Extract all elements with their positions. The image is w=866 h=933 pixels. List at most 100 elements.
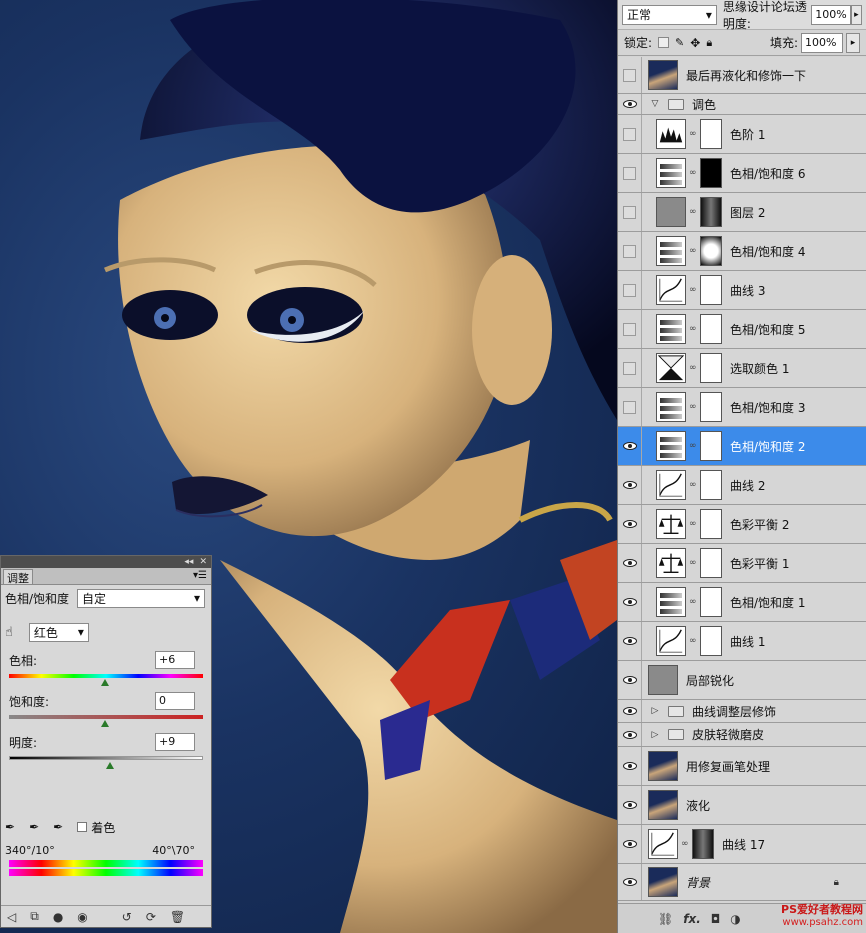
range-bar-top[interactable] (9, 860, 203, 867)
mask-link-icon[interactable]: ∞ (689, 324, 697, 334)
saturation-slider[interactable] (9, 715, 203, 727)
mask-link-icon[interactable]: ∞ (689, 402, 697, 412)
clip-layer-icon[interactable]: ● (53, 910, 63, 924)
layer-visibility-toggle[interactable] (618, 825, 642, 863)
mask-link-icon[interactable]: ∞ (689, 207, 697, 217)
layer-visibility-toggle[interactable] (618, 544, 642, 582)
fx-icon[interactable]: fx. (683, 912, 701, 926)
close-icon[interactable]: ✕ (199, 557, 207, 567)
add-mask-icon[interactable]: ◘ (711, 912, 721, 926)
layer-visibility-toggle[interactable] (618, 94, 642, 114)
layer-row[interactable]: 背景 🔒︎ (618, 864, 866, 901)
layer-visibility-toggle[interactable] (618, 622, 642, 660)
mask-link-icon[interactable]: ∞ (689, 285, 697, 295)
layer-row[interactable]: ∞ 曲线 17 (618, 825, 866, 864)
layer-row[interactable]: ▷ 曲线调整层修饰 (618, 700, 866, 723)
reset-icon[interactable]: ⟳ (146, 910, 156, 924)
layer-visibility-toggle[interactable] (618, 57, 642, 93)
layer-row[interactable]: ∞ 色彩平衡 1 (618, 544, 866, 583)
mask-link-icon[interactable]: ∞ (689, 363, 697, 373)
adjustment-layer-icon[interactable]: ◑ (730, 912, 740, 926)
mask-link-icon[interactable]: ∞ (689, 246, 697, 256)
lock-transparency-icon[interactable] (658, 37, 670, 48)
layer-row[interactable]: ▽ 调色 (618, 94, 866, 115)
layer-row[interactable]: ∞ 曲线 3 (618, 271, 866, 310)
mask-link-icon[interactable]: ∞ (681, 839, 689, 849)
trash-icon[interactable]: 🗑︎ (170, 910, 185, 924)
layer-visibility-toggle[interactable] (618, 154, 642, 192)
layer-row[interactable]: 用修复画笔处理 (618, 747, 866, 786)
group-expanded-icon[interactable]: ▽ (648, 99, 662, 109)
layer-row[interactable]: 最后再液化和修饰一下 (618, 57, 866, 94)
opacity-slider-arrow-icon[interactable]: ▸ (850, 4, 862, 25)
layer-row[interactable]: 液化 (618, 786, 866, 825)
layer-visibility-toggle[interactable] (618, 700, 642, 722)
saturation-input[interactable]: 0 (155, 692, 195, 710)
fill-input[interactable]: 100% (801, 32, 843, 53)
layer-visibility-toggle[interactable] (618, 747, 642, 785)
layer-row[interactable]: ∞ 曲线 2 (618, 466, 866, 505)
layer-visibility-toggle[interactable] (618, 388, 642, 426)
fill-slider-arrow-icon[interactable]: ▸ (846, 32, 860, 53)
collapse-icon[interactable]: ◂◂ (184, 557, 193, 567)
layer-row[interactable]: ∞ 色相/饱和度 5 (618, 310, 866, 349)
layer-visibility-toggle[interactable] (618, 427, 642, 465)
layer-visibility-toggle[interactable] (618, 583, 642, 621)
previous-state-icon[interactable]: ↺ (122, 910, 132, 924)
mask-link-icon[interactable]: ∞ (689, 558, 697, 568)
mask-link-icon[interactable]: ∞ (689, 168, 697, 178)
mask-link-icon[interactable]: ∞ (689, 441, 697, 451)
channel-dropdown[interactable]: 红色 ▾ (28, 622, 89, 642)
expand-view-icon[interactable]: ⧉ (30, 909, 39, 924)
saturation-slider-knob[interactable] (101, 720, 109, 727)
layer-row[interactable]: ▷ 皮肤轻微磨皮 (618, 723, 866, 747)
visibility-eye-icon[interactable]: ◉ (77, 910, 87, 924)
layer-visibility-toggle[interactable] (618, 232, 642, 270)
mask-link-icon[interactable]: ∞ (689, 636, 697, 646)
layer-row[interactable]: ∞ 色相/饱和度 2 (618, 427, 866, 466)
eyedropper-icon[interactable]: ✒ (5, 820, 15, 834)
link-layers-icon[interactable]: ⛓ (658, 912, 673, 926)
opacity-input[interactable]: 100% (811, 4, 851, 25)
lock-all-icon[interactable]: 🔒︎ (706, 36, 712, 50)
eyedropper-minus-icon[interactable]: ✒ (53, 820, 63, 834)
layer-visibility-toggle[interactable] (618, 505, 642, 543)
layer-row[interactable]: ∞ 色相/饱和度 6 (618, 154, 866, 193)
lightness-input[interactable]: +9 (155, 733, 195, 751)
layer-row[interactable]: ∞ 色相/饱和度 1 (618, 583, 866, 622)
mask-link-icon[interactable]: ∞ (689, 129, 697, 139)
hue-input[interactable]: +6 (155, 651, 195, 669)
layer-visibility-toggle[interactable] (618, 466, 642, 504)
tab-adjustments[interactable]: 调整 (3, 569, 33, 585)
layer-row[interactable]: 局部锐化 (618, 661, 866, 700)
layer-visibility-toggle[interactable] (618, 661, 642, 699)
colorize-checkbox[interactable] (77, 822, 88, 832)
target-adjust-hand-icon[interactable]: ☝ (5, 625, 13, 640)
blend-mode-dropdown[interactable]: 正常 ▾ (622, 4, 717, 25)
mask-link-icon[interactable]: ∞ (689, 597, 697, 607)
hue-slider[interactable] (9, 674, 203, 686)
lock-move-icon[interactable]: ✥ (690, 36, 700, 50)
hue-slider-knob[interactable] (101, 679, 109, 686)
layer-visibility-toggle[interactable] (618, 193, 642, 231)
back-arrow-icon[interactable]: ◁ (7, 910, 16, 924)
lock-brush-icon[interactable]: ✎ (675, 36, 684, 49)
layer-row[interactable]: ∞ 色相/饱和度 4 (618, 232, 866, 271)
preset-dropdown[interactable]: 自定 ▾ (77, 588, 206, 608)
layer-row[interactable]: ∞ 色相/饱和度 3 (618, 388, 866, 427)
group-collapsed-icon[interactable]: ▷ (648, 706, 662, 716)
group-collapsed-icon[interactable]: ▷ (648, 730, 662, 740)
mask-link-icon[interactable]: ∞ (689, 519, 697, 529)
layer-visibility-toggle[interactable] (618, 864, 642, 900)
layer-row[interactable]: ∞ 色彩平衡 2 (618, 505, 866, 544)
layer-row[interactable]: ∞ 图层 2 (618, 193, 866, 232)
layer-visibility-toggle[interactable] (618, 786, 642, 824)
lightness-slider-knob[interactable] (105, 762, 114, 769)
eyedropper-plus-icon[interactable]: ✒ (29, 820, 39, 834)
layer-visibility-toggle[interactable] (618, 349, 642, 387)
layer-visibility-toggle[interactable] (618, 723, 642, 746)
layer-visibility-toggle[interactable] (618, 115, 642, 153)
layer-row[interactable]: ∞ 曲线 1 (618, 622, 866, 661)
mask-link-icon[interactable]: ∞ (689, 480, 697, 490)
layer-visibility-toggle[interactable] (618, 271, 642, 309)
